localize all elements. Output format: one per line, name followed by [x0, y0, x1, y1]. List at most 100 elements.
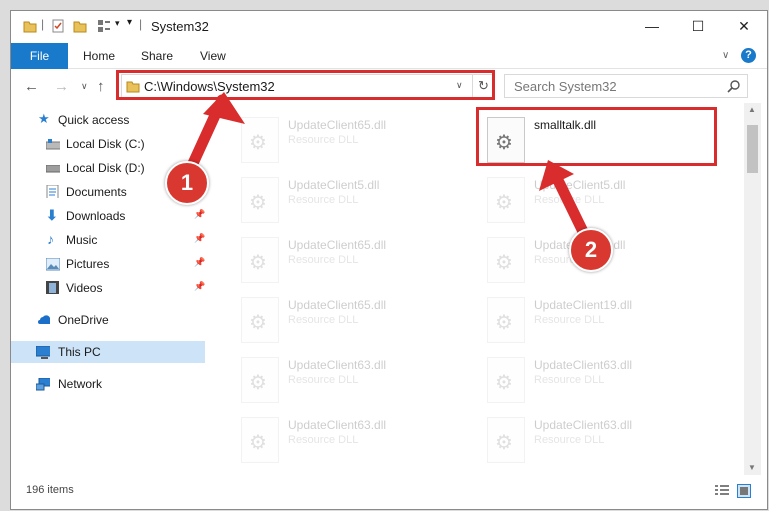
- sidebar-item-quick-access[interactable]: Quick access ★: [11, 109, 205, 131]
- dll-file-icon: ⚙: [241, 297, 279, 343]
- recent-locations-icon[interactable]: ∨: [81, 81, 88, 92]
- pin-icon[interactable]: 📌: [194, 233, 205, 244]
- dll-file-icon: ⚙: [487, 237, 525, 283]
- file-type: Resource DLL: [288, 434, 359, 446]
- file-type: Resource DLL: [534, 434, 605, 446]
- sidebar-item-downloads[interactable]: ⬇ Downloads 📌: [11, 205, 205, 227]
- sidebar-item-pictures[interactable]: Pictures 📌: [11, 253, 205, 275]
- video-icon: [46, 281, 59, 294]
- gear-icon: ⚙: [495, 192, 513, 214]
- file-type: Resource DLL: [534, 314, 605, 326]
- sidebar-item-label: OneDrive: [58, 313, 109, 327]
- download-icon: ⬇: [46, 207, 58, 223]
- tab-file[interactable]: File: [11, 43, 68, 69]
- maximize-button[interactable]: ☐: [675, 11, 721, 43]
- details-view-icon[interactable]: [715, 485, 729, 497]
- pin-icon[interactable]: 📌: [194, 257, 205, 268]
- file-type: Resource DLL: [288, 134, 359, 146]
- file-item[interactable]: ⚙ UpdateClient19.dll Resource DLL: [487, 297, 727, 352]
- file-name: UpdateClient19.dll: [534, 298, 633, 312]
- dll-file-icon: ⚙: [241, 177, 279, 223]
- search-icon[interactable]: [727, 80, 740, 93]
- dll-file-icon: ⚙: [487, 297, 525, 343]
- gear-icon: ⚙: [495, 312, 513, 334]
- minimize-button[interactable]: —: [629, 11, 675, 43]
- sidebar-item-network[interactable]: Network: [11, 373, 205, 395]
- scrollbar-thumb[interactable]: [747, 125, 758, 173]
- file-item[interactable]: ⚙ UpdateClient5.dll Resource DLL: [487, 177, 727, 232]
- file-type: Resource DLL: [534, 194, 605, 206]
- back-arrow-icon[interactable]: ←: [24, 78, 39, 95]
- customize-toolbar-icon[interactable]: ▾: [127, 17, 132, 28]
- new-folder-icon[interactable]: [73, 19, 87, 33]
- tab-share[interactable]: Share: [141, 43, 173, 69]
- dll-file-icon: ⚙: [241, 417, 279, 463]
- sidebar-item-label: This PC: [58, 345, 101, 359]
- gear-icon: ⚙: [495, 372, 513, 394]
- dll-file-icon: ⚙: [487, 357, 525, 403]
- scroll-up-icon[interactable]: ▲: [748, 105, 756, 114]
- sidebar-item-label: Videos: [66, 281, 103, 295]
- sidebar-item-label: Network: [58, 377, 103, 391]
- sidebar-item-onedrive[interactable]: OneDrive: [11, 309, 205, 331]
- file-item[interactable]: ⚙ UpdateClient65.dll Resource DLL: [241, 297, 481, 352]
- sidebar-item-this-pc[interactable]: This PC: [11, 341, 205, 363]
- status-bar: 196 items: [11, 475, 767, 509]
- tab-view[interactable]: View: [200, 43, 226, 69]
- file-name: UpdateClient5.dll: [288, 178, 380, 192]
- file-name: UpdateClient63.dll: [288, 358, 387, 372]
- title-bar: | ▾ ▾ | System32 — ☐ ✕: [11, 11, 767, 43]
- view-options-icon[interactable]: [97, 19, 111, 33]
- file-highlight-box: [476, 107, 717, 166]
- gear-icon: ⚙: [249, 192, 267, 214]
- file-name: UpdateClient65.dll: [288, 298, 387, 312]
- folder-icon[interactable]: [23, 19, 37, 33]
- file-item[interactable]: ⚙ UpdateClient65.dll Resource DLL: [241, 237, 481, 292]
- file-item[interactable]: ⚙ UpdateClient65.dll Resource DLL: [241, 117, 481, 172]
- file-item[interactable]: ⚙ UpdateClient63.dll Resource DLL: [241, 357, 481, 412]
- forward-arrow-icon[interactable]: →: [54, 78, 69, 95]
- file-type: Resource DLL: [288, 254, 359, 266]
- file-type: Resource DLL: [288, 194, 359, 206]
- computer-icon: [36, 346, 50, 359]
- sidebar-item-videos[interactable]: Videos 📌: [11, 277, 205, 299]
- separator: |: [41, 17, 45, 31]
- sidebar-item-local-disk-c[interactable]: Local Disk (C:): [11, 133, 205, 155]
- file-item[interactable]: ⚙ UpdateClient63.dll Resource DLL: [241, 417, 481, 472]
- file-item[interactable]: ⚙ UpdateClient63.dll Resource DLL: [487, 357, 727, 412]
- vertical-scrollbar[interactable]: ▲ ▼: [744, 103, 761, 475]
- step-2-badge: 2: [569, 228, 613, 272]
- drive-icon: [46, 139, 60, 150]
- sidebar-item-music[interactable]: ♪ Music 📌: [11, 229, 205, 251]
- file-item[interactable]: ⚙ UpdateClient5.dll Resource DLL: [241, 177, 481, 232]
- file-name: UpdateClient63.dll: [534, 358, 633, 372]
- cloud-icon: [38, 315, 50, 324]
- up-arrow-icon[interactable]: ↑: [97, 78, 105, 95]
- large-icons-view-icon[interactable]: [737, 484, 751, 498]
- star-icon: ★: [38, 111, 50, 126]
- address-highlight-box: [116, 70, 495, 100]
- search-box[interactable]: Search System32: [504, 74, 748, 98]
- expand-ribbon-icon[interactable]: ∨: [722, 43, 729, 69]
- file-type: Resource DLL: [288, 314, 359, 326]
- music-icon: ♪: [47, 231, 54, 247]
- sidebar-item-label: Local Disk (D:): [66, 161, 145, 175]
- scroll-down-icon[interactable]: ▼: [748, 463, 756, 472]
- gear-icon: ⚙: [249, 132, 267, 154]
- help-icon[interactable]: ?: [741, 48, 756, 63]
- file-name: UpdateClient5.dll: [534, 178, 626, 192]
- sidebar-item-label: Pictures: [66, 257, 110, 271]
- pin-icon[interactable]: 📌: [194, 281, 205, 292]
- properties-icon[interactable]: [51, 19, 65, 33]
- drive-icon: [46, 165, 60, 173]
- file-item[interactable]: ⚙ UpdateClient63.dll Resource DLL: [487, 417, 727, 472]
- dll-file-icon: ⚙: [487, 177, 525, 223]
- close-button[interactable]: ✕: [721, 11, 767, 43]
- file-type: Resource DLL: [288, 374, 359, 386]
- tab-home[interactable]: Home: [83, 43, 115, 69]
- dropdown-icon[interactable]: ▾: [115, 18, 120, 29]
- pin-icon[interactable]: 📌: [194, 209, 205, 220]
- dll-file-icon: ⚙: [241, 237, 279, 283]
- dll-file-icon: ⚙: [241, 357, 279, 403]
- file-name: UpdateClient63.dll: [288, 418, 387, 432]
